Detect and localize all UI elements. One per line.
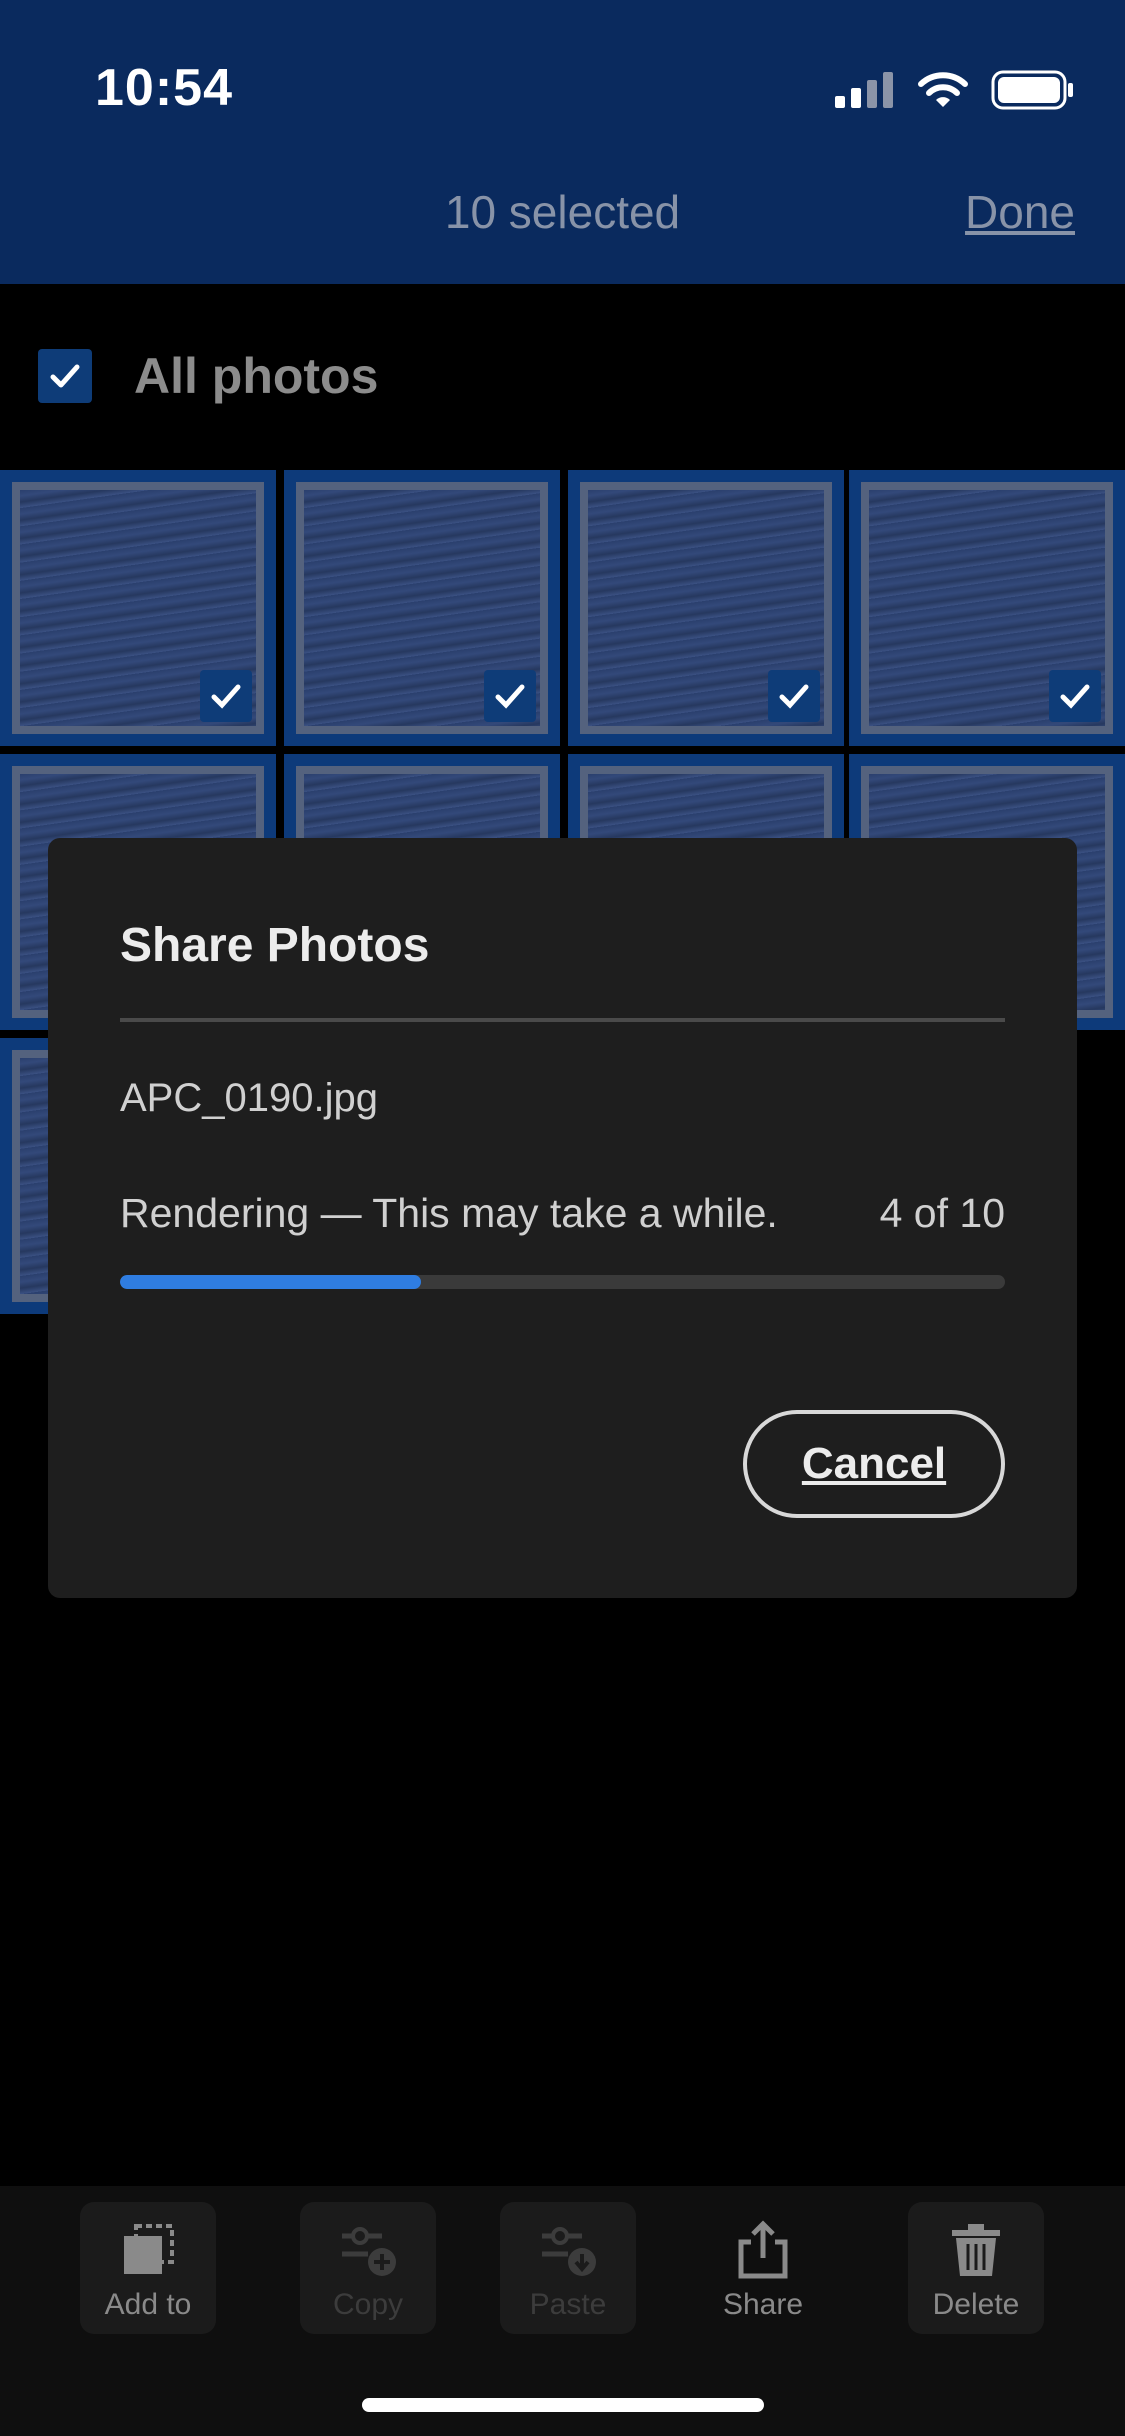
paste-settings-icon	[542, 2227, 596, 2276]
status-time: 10:54	[95, 59, 233, 117]
add-to-icon	[124, 2224, 174, 2274]
progress-bar	[120, 1275, 1005, 1289]
cancel-button[interactable]: Cancel	[743, 1410, 1005, 1518]
all-photos-row[interactable]: All photos	[38, 348, 378, 404]
wifi-icon	[918, 72, 968, 107]
copy-settings-button[interactable]: Copy	[300, 2202, 436, 2334]
paste-settings-button[interactable]: Paste	[500, 2202, 636, 2334]
battery-icon	[991, 70, 1073, 110]
delete-label: Delete	[932, 2288, 1020, 2321]
add-to-label: Add to	[104, 2288, 192, 2321]
home-indicator	[362, 2398, 764, 2412]
add-to-button[interactable]: Add to	[80, 2202, 216, 2334]
selected-check-icon	[1049, 670, 1101, 722]
selected-check-icon	[200, 670, 252, 722]
photo-thumb[interactable]	[284, 470, 560, 746]
dialog-title: Share Photos	[120, 919, 430, 972]
trash-icon	[952, 2224, 1000, 2276]
checkmark-icon	[50, 364, 80, 388]
copy-label: Copy	[332, 2288, 404, 2321]
photo-thumb[interactable]	[568, 470, 844, 746]
delete-button[interactable]: Delete	[908, 2202, 1044, 2334]
paste-label: Paste	[529, 2288, 607, 2321]
render-status: Rendering — This may take a while.	[120, 1190, 778, 1236]
status-icons	[835, 68, 1075, 112]
progress-count: 4 of 10	[879, 1190, 1005, 1236]
done-button[interactable]: Done	[965, 185, 1075, 239]
share-label: Share	[722, 2288, 804, 2321]
share-button[interactable]: Share	[695, 2202, 831, 2334]
progress-fill	[120, 1275, 421, 1289]
page-title: 10 selected	[444, 186, 681, 238]
signal-icon	[835, 72, 893, 108]
selected-check-icon	[768, 670, 820, 722]
file-name: APC_0190.jpg	[120, 1076, 378, 1120]
share-icon	[738, 2220, 788, 2279]
photo-thumb[interactable]	[0, 470, 276, 746]
selected-check-icon	[484, 670, 536, 722]
share-dialog: Share Photos APC_0190.jpg Rendering — Th…	[48, 838, 1077, 1598]
all-photos-label: All photos	[134, 348, 379, 404]
dialog-divider	[120, 1018, 1005, 1022]
all-photos-checkbox[interactable]	[38, 349, 92, 403]
nav-header: 10:54 10 selected Done	[0, 0, 1125, 284]
copy-settings-icon	[342, 2227, 396, 2276]
photo-thumb[interactable]	[849, 470, 1125, 746]
